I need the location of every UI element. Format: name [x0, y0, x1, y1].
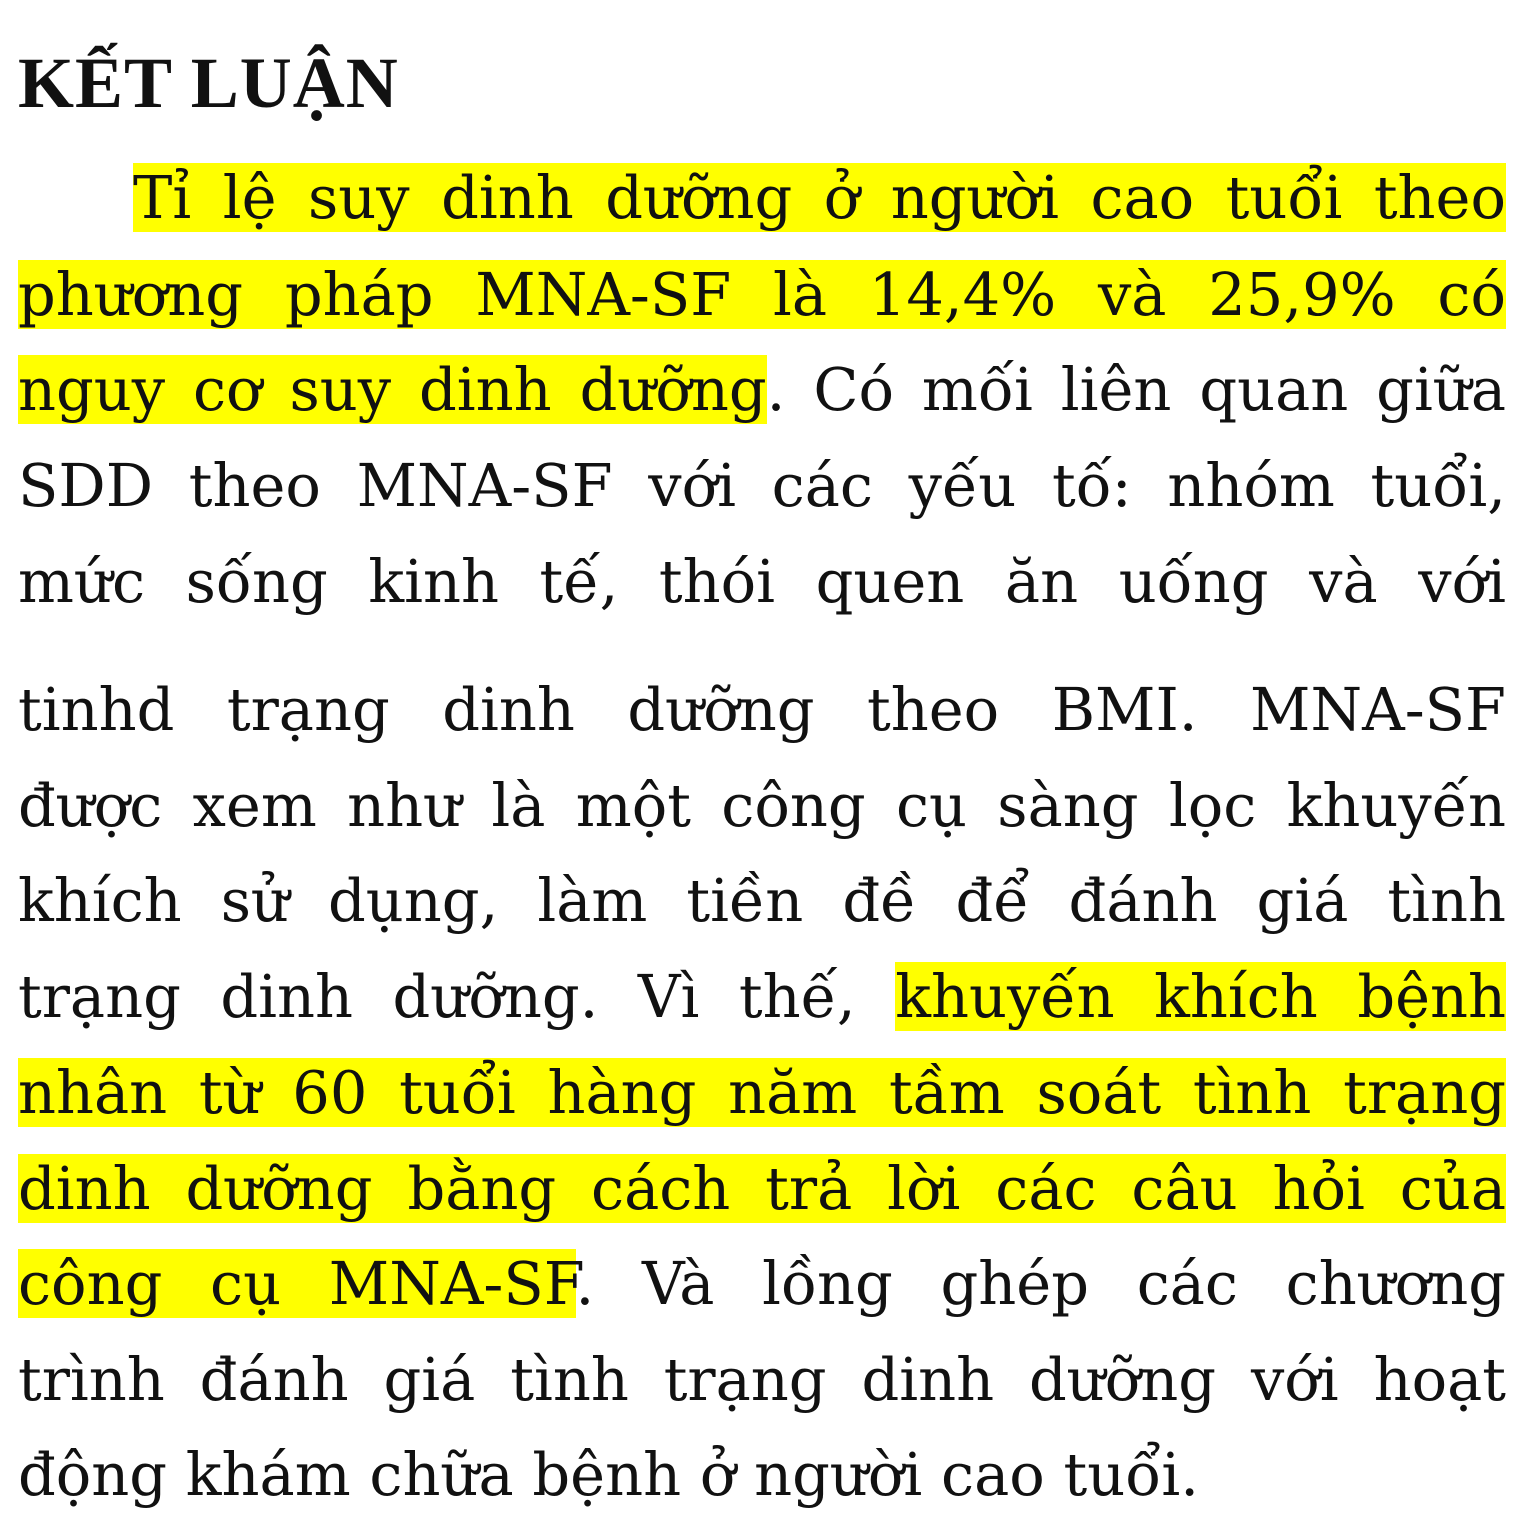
line-text: . Và lồng ghép các chương [575, 1249, 1506, 1318]
line-text: trình đánh giá tình trạng dinh dưỡng với… [18, 1345, 1506, 1414]
line-text: SDD theo MNA-SF với các yếu tố: nhóm tuổ… [18, 451, 1506, 520]
paragraph-line: được xem như là một công cụ sàng lọc khu… [18, 763, 1506, 849]
line-text: mức sống kinh tế, thói quen ăn uống và v… [18, 547, 1506, 616]
paragraph-line: trình đánh giá tình trạng dinh dưỡng với… [18, 1337, 1506, 1423]
line-text: trạng dinh dưỡng. Vì thế, [18, 962, 896, 1031]
paragraph-line: động khám chữa bệnh ở người cao tuổi. [18, 1432, 1506, 1518]
highlighted-text: dinh dưỡng bằng cách trả lời các câu hỏi… [18, 1154, 1506, 1223]
paragraph-line: Tỉ lệ suy dinh dưỡng ở người cao tuổi th… [18, 155, 1506, 241]
paragraph-line: nhân từ 60 tuổi hàng năm tầm soát tình t… [18, 1050, 1506, 1136]
section-heading: KẾT LUẬN [18, 43, 399, 123]
line-text: . Có mối liên quan giữa [766, 355, 1506, 424]
paragraph-line: SDD theo MNA-SF với các yếu tố: nhóm tuổ… [18, 443, 1506, 529]
paragraph-line: nguy cơ suy dinh dưỡng. Có mối liên quan… [18, 347, 1506, 433]
line-text: tinhd trạng dinh dưỡng theo BMI. MNA-SF [18, 675, 1506, 744]
line-text: khích sử dụng, làm tiền đề để đánh giá t… [18, 866, 1506, 935]
highlighted-text: Tỉ lệ suy dinh dưỡng ở người cao tuổi th… [133, 163, 1506, 232]
line-text: động khám chữa bệnh ở người cao tuổi. [18, 1440, 1199, 1509]
paragraph-line: công cụ MNA-SF. Và lồng ghép các chương [18, 1241, 1506, 1327]
paragraph-line: tinhd trạng dinh dưỡng theo BMI. MNA-SF [18, 667, 1506, 753]
paragraph-line: dinh dưỡng bằng cách trả lời các câu hỏi… [18, 1146, 1506, 1232]
paragraph-line: trạng dinh dưỡng. Vì thế, khuyến khích b… [18, 954, 1507, 1040]
highlighted-text: phương pháp MNA-SF là 14,4% và 25,9% có [18, 260, 1506, 329]
highlighted-text: nguy cơ suy dinh dưỡng [18, 355, 767, 424]
line-text: được xem như là một công cụ sàng lọc khu… [18, 771, 1506, 840]
paragraph-line: khích sử dụng, làm tiền đề để đánh giá t… [18, 858, 1506, 944]
highlighted-text: công cụ MNA-SF [18, 1249, 576, 1318]
paragraph-line: phương pháp MNA-SF là 14,4% và 25,9% có [18, 252, 1506, 338]
paragraph-line: mức sống kinh tế, thói quen ăn uống và v… [18, 539, 1506, 625]
highlighted-text: nhân từ 60 tuổi hàng năm tầm soát tình t… [18, 1058, 1506, 1127]
highlighted-text: khuyến khích bệnh [895, 962, 1507, 1031]
